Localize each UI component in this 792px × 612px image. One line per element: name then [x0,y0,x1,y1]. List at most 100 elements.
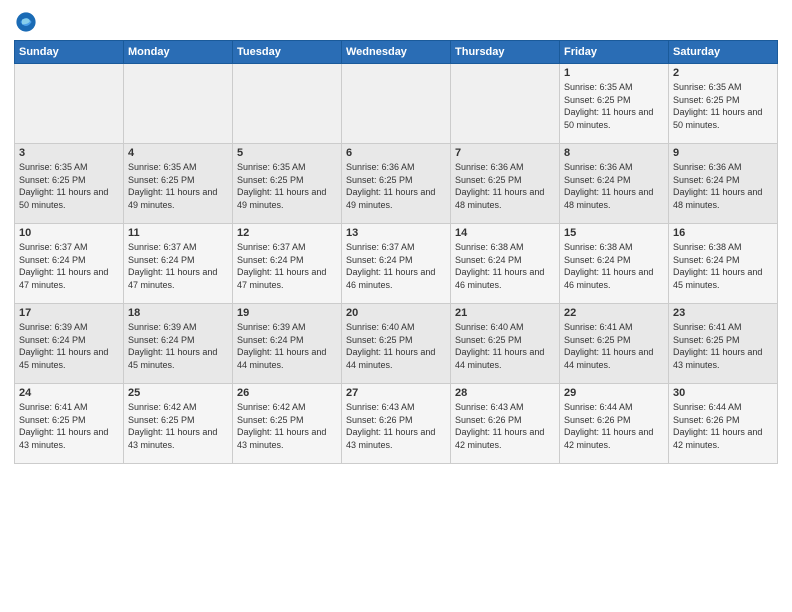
daylight-text: Daylight: 11 hours and 44 minutes. [346,347,435,370]
day-info: Sunrise: 6:37 AM Sunset: 6:24 PM Dayligh… [128,241,228,291]
logo [14,10,42,34]
sunset-text: Sunset: 6:25 PM [346,175,413,185]
day-info: Sunrise: 6:37 AM Sunset: 6:24 PM Dayligh… [237,241,337,291]
day-number: 2 [673,67,773,79]
sunrise-text: Sunrise: 6:38 AM [673,242,742,252]
day-info: Sunrise: 6:41 AM Sunset: 6:25 PM Dayligh… [673,321,773,371]
sunrise-text: Sunrise: 6:44 AM [564,402,633,412]
week-row-3: 10 Sunrise: 6:37 AM Sunset: 6:24 PM Dayl… [15,224,778,304]
sunrise-text: Sunrise: 6:36 AM [346,162,415,172]
day-cell: 26 Sunrise: 6:42 AM Sunset: 6:25 PM Dayl… [233,384,342,464]
daylight-text: Daylight: 11 hours and 42 minutes. [673,427,762,450]
sunset-text: Sunset: 6:25 PM [673,335,740,345]
header-thursday: Thursday [451,41,560,64]
sunset-text: Sunset: 6:24 PM [673,175,740,185]
day-number: 25 [128,387,228,399]
sunset-text: Sunset: 6:25 PM [237,415,304,425]
day-info: Sunrise: 6:39 AM Sunset: 6:24 PM Dayligh… [19,321,119,371]
day-cell [451,64,560,144]
day-info: Sunrise: 6:37 AM Sunset: 6:24 PM Dayligh… [19,241,119,291]
day-number: 7 [455,147,555,159]
sunrise-text: Sunrise: 6:41 AM [19,402,88,412]
sunset-text: Sunset: 6:24 PM [564,175,631,185]
day-info: Sunrise: 6:35 AM Sunset: 6:25 PM Dayligh… [673,81,773,131]
sunrise-text: Sunrise: 6:37 AM [346,242,415,252]
sunset-text: Sunset: 6:24 PM [128,335,195,345]
daylight-text: Daylight: 11 hours and 42 minutes. [455,427,544,450]
day-number: 20 [346,307,446,319]
day-info: Sunrise: 6:38 AM Sunset: 6:24 PM Dayligh… [455,241,555,291]
day-info: Sunrise: 6:36 AM Sunset: 6:24 PM Dayligh… [673,161,773,211]
daylight-text: Daylight: 11 hours and 43 minutes. [673,347,762,370]
day-info: Sunrise: 6:42 AM Sunset: 6:25 PM Dayligh… [128,401,228,451]
sunset-text: Sunset: 6:25 PM [346,335,413,345]
day-cell: 13 Sunrise: 6:37 AM Sunset: 6:24 PM Dayl… [342,224,451,304]
calendar-body: 1 Sunrise: 6:35 AM Sunset: 6:25 PM Dayli… [15,64,778,464]
daylight-text: Daylight: 11 hours and 43 minutes. [19,427,108,450]
sunrise-text: Sunrise: 6:35 AM [128,162,197,172]
day-number: 18 [128,307,228,319]
header-monday: Monday [124,41,233,64]
sunrise-text: Sunrise: 6:41 AM [673,322,742,332]
day-cell: 15 Sunrise: 6:38 AM Sunset: 6:24 PM Dayl… [560,224,669,304]
day-cell: 23 Sunrise: 6:41 AM Sunset: 6:25 PM Dayl… [669,304,778,384]
day-cell: 28 Sunrise: 6:43 AM Sunset: 6:26 PM Dayl… [451,384,560,464]
daylight-text: Daylight: 11 hours and 49 minutes. [346,187,435,210]
day-number: 17 [19,307,119,319]
sunset-text: Sunset: 6:24 PM [19,255,86,265]
sunset-text: Sunset: 6:24 PM [455,255,522,265]
sunrise-text: Sunrise: 6:43 AM [346,402,415,412]
daylight-text: Daylight: 11 hours and 42 minutes. [564,427,653,450]
day-cell [124,64,233,144]
daylight-text: Daylight: 11 hours and 48 minutes. [673,187,762,210]
daylight-text: Daylight: 11 hours and 48 minutes. [564,187,653,210]
day-number: 4 [128,147,228,159]
sunset-text: Sunset: 6:25 PM [564,95,631,105]
header [14,10,778,34]
sunset-text: Sunset: 6:25 PM [128,175,195,185]
day-info: Sunrise: 6:40 AM Sunset: 6:25 PM Dayligh… [455,321,555,371]
day-number: 1 [564,67,664,79]
day-cell: 24 Sunrise: 6:41 AM Sunset: 6:25 PM Dayl… [15,384,124,464]
sunset-text: Sunset: 6:25 PM [455,335,522,345]
day-info: Sunrise: 6:38 AM Sunset: 6:24 PM Dayligh… [564,241,664,291]
day-cell: 6 Sunrise: 6:36 AM Sunset: 6:25 PM Dayli… [342,144,451,224]
day-cell: 20 Sunrise: 6:40 AM Sunset: 6:25 PM Dayl… [342,304,451,384]
day-number: 19 [237,307,337,319]
sunrise-text: Sunrise: 6:35 AM [19,162,88,172]
day-number: 30 [673,387,773,399]
sunset-text: Sunset: 6:25 PM [237,175,304,185]
day-number: 27 [346,387,446,399]
sunrise-text: Sunrise: 6:37 AM [128,242,197,252]
daylight-text: Daylight: 11 hours and 44 minutes. [237,347,326,370]
daylight-text: Daylight: 11 hours and 50 minutes. [19,187,108,210]
day-number: 9 [673,147,773,159]
day-cell: 21 Sunrise: 6:40 AM Sunset: 6:25 PM Dayl… [451,304,560,384]
daylight-text: Daylight: 11 hours and 50 minutes. [673,107,762,130]
day-info: Sunrise: 6:41 AM Sunset: 6:25 PM Dayligh… [564,321,664,371]
daylight-text: Daylight: 11 hours and 50 minutes. [564,107,653,130]
week-row-4: 17 Sunrise: 6:39 AM Sunset: 6:24 PM Dayl… [15,304,778,384]
day-number: 14 [455,227,555,239]
day-info: Sunrise: 6:39 AM Sunset: 6:24 PM Dayligh… [128,321,228,371]
sunset-text: Sunset: 6:26 PM [455,415,522,425]
daylight-text: Daylight: 11 hours and 47 minutes. [128,267,217,290]
day-number: 10 [19,227,119,239]
day-cell: 22 Sunrise: 6:41 AM Sunset: 6:25 PM Dayl… [560,304,669,384]
sunrise-text: Sunrise: 6:42 AM [128,402,197,412]
day-number: 13 [346,227,446,239]
day-cell: 19 Sunrise: 6:39 AM Sunset: 6:24 PM Dayl… [233,304,342,384]
day-number: 24 [19,387,119,399]
sunrise-text: Sunrise: 6:42 AM [237,402,306,412]
sunrise-text: Sunrise: 6:35 AM [237,162,306,172]
calendar-container: Sunday Monday Tuesday Wednesday Thursday… [0,0,792,474]
sunrise-text: Sunrise: 6:44 AM [673,402,742,412]
day-info: Sunrise: 6:39 AM Sunset: 6:24 PM Dayligh… [237,321,337,371]
daylight-text: Daylight: 11 hours and 43 minutes. [237,427,326,450]
sunrise-text: Sunrise: 6:41 AM [564,322,633,332]
sunset-text: Sunset: 6:26 PM [673,415,740,425]
day-info: Sunrise: 6:37 AM Sunset: 6:24 PM Dayligh… [346,241,446,291]
sunrise-text: Sunrise: 6:39 AM [237,322,306,332]
sunrise-text: Sunrise: 6:37 AM [237,242,306,252]
day-info: Sunrise: 6:35 AM Sunset: 6:25 PM Dayligh… [128,161,228,211]
